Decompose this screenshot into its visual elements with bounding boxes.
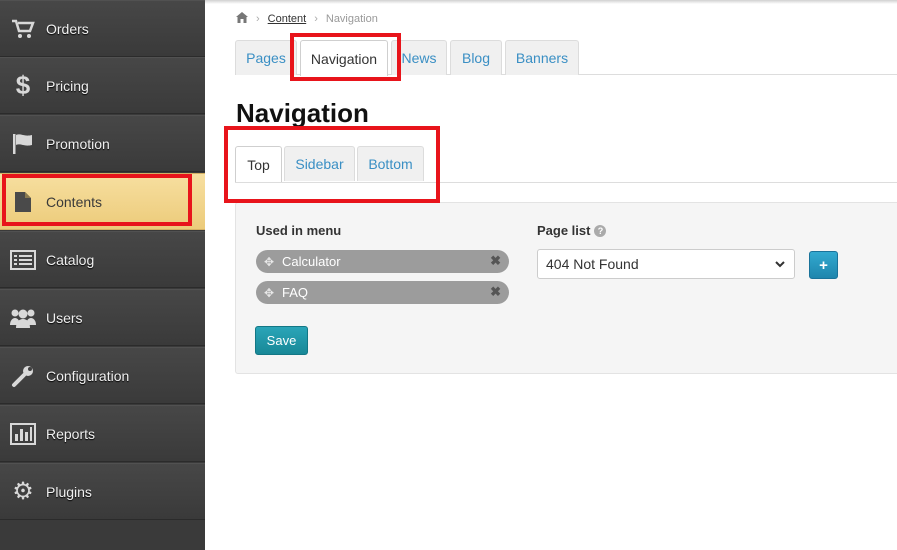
page-list-label: Page list? (537, 223, 607, 238)
top-shade (205, 0, 897, 4)
save-button[interactable]: Save (255, 326, 308, 355)
breadcrumb-link-content[interactable]: Content (268, 13, 307, 25)
sidebar-item-orders[interactable]: Orders (0, 0, 205, 57)
bar-chart-icon (0, 406, 46, 461)
sidebar-item-users[interactable]: Users (0, 289, 205, 346)
sidebar-item-label: Plugins (46, 483, 92, 500)
sidebar-item-label: Users (46, 309, 83, 326)
gear-icon: ⚙ (12, 478, 34, 505)
breadcrumb-separator: › (256, 13, 260, 25)
document-icon (0, 174, 46, 229)
page-list-selected: 404 Not Found (546, 256, 639, 272)
tab-navigation[interactable]: Navigation (300, 40, 388, 76)
used-in-menu-label: Used in menu (256, 223, 342, 238)
dollar-icon: $ (15, 70, 31, 100)
page-list-select[interactable]: 404 Not Found (537, 249, 795, 279)
flag-icon (0, 116, 46, 171)
home-icon[interactable] (236, 12, 248, 26)
users-icon (0, 290, 46, 345)
remove-icon[interactable]: ✖ (490, 284, 501, 300)
menu-item-chip[interactable]: ✥ FAQ ✖ (256, 281, 509, 304)
sidebar-item-label: Configuration (46, 367, 130, 384)
sidebar-item-pricing[interactable]: $ Pricing (0, 57, 205, 114)
tab-pages[interactable]: Pages (235, 40, 297, 75)
sidebar-item-label: Promotion (46, 135, 110, 152)
list-icon (0, 232, 46, 287)
sidebar-item-label: Contents (46, 193, 103, 210)
wrench-icon (0, 348, 46, 403)
sidebar: Orders $ Pricing Promotion Contents Cata… (0, 0, 215, 550)
menu-editor-panel: Used in menu ✥ Calculator ✖ ✥ FAQ ✖ Page… (235, 202, 897, 374)
sidebar-item-reports[interactable]: Reports (0, 405, 205, 462)
menu-item-label: FAQ (282, 285, 309, 300)
tab-news[interactable]: News (391, 40, 447, 75)
sidebar-item-label: Orders (46, 20, 89, 37)
page-title: Navigation (236, 98, 369, 128)
help-icon[interactable]: ? (594, 225, 607, 237)
cart-icon (0, 1, 46, 56)
menu-item-label: Calculator (282, 254, 341, 269)
chevron-down-icon (774, 257, 786, 273)
tab-bottom[interactable]: Bottom (357, 146, 424, 181)
add-page-button[interactable]: + (809, 251, 838, 279)
sidebar-item-label: Catalog (46, 251, 95, 268)
breadcrumb-separator: › (314, 13, 318, 25)
remove-icon[interactable]: ✖ (490, 253, 501, 269)
tab-top[interactable]: Top (235, 146, 282, 182)
sidebar-item-label: Reports (46, 425, 96, 442)
sidebar-item-catalog[interactable]: Catalog (0, 231, 205, 288)
page-list-label-text: Page list (537, 223, 591, 238)
breadcrumb-current: Navigation (325, 13, 378, 25)
sidebar-item-promotion[interactable]: Promotion (0, 115, 205, 172)
breadcrumb: › Content › Navigation (236, 12, 378, 26)
menu-item-chip[interactable]: ✥ Calculator ✖ (256, 250, 509, 273)
menu-tabs: Top Sidebar Bottom (235, 146, 897, 183)
sidebar-item-contents[interactable]: Contents (0, 173, 215, 230)
sidebar-item-label: Pricing (46, 77, 89, 94)
sidebar-item-configuration[interactable]: Configuration (0, 347, 205, 404)
move-icon[interactable]: ✥ (264, 286, 278, 300)
active-indicator (205, 192, 215, 212)
tab-sidebar[interactable]: Sidebar (284, 146, 355, 181)
tab-banners[interactable]: Banners (505, 40, 579, 75)
top-tabs: Pages Navigation News Blog Banners (235, 40, 897, 76)
tab-blog[interactable]: Blog (450, 40, 502, 75)
sidebar-item-plugins[interactable]: ⚙ Plugins (0, 463, 205, 520)
move-icon[interactable]: ✥ (264, 255, 278, 269)
